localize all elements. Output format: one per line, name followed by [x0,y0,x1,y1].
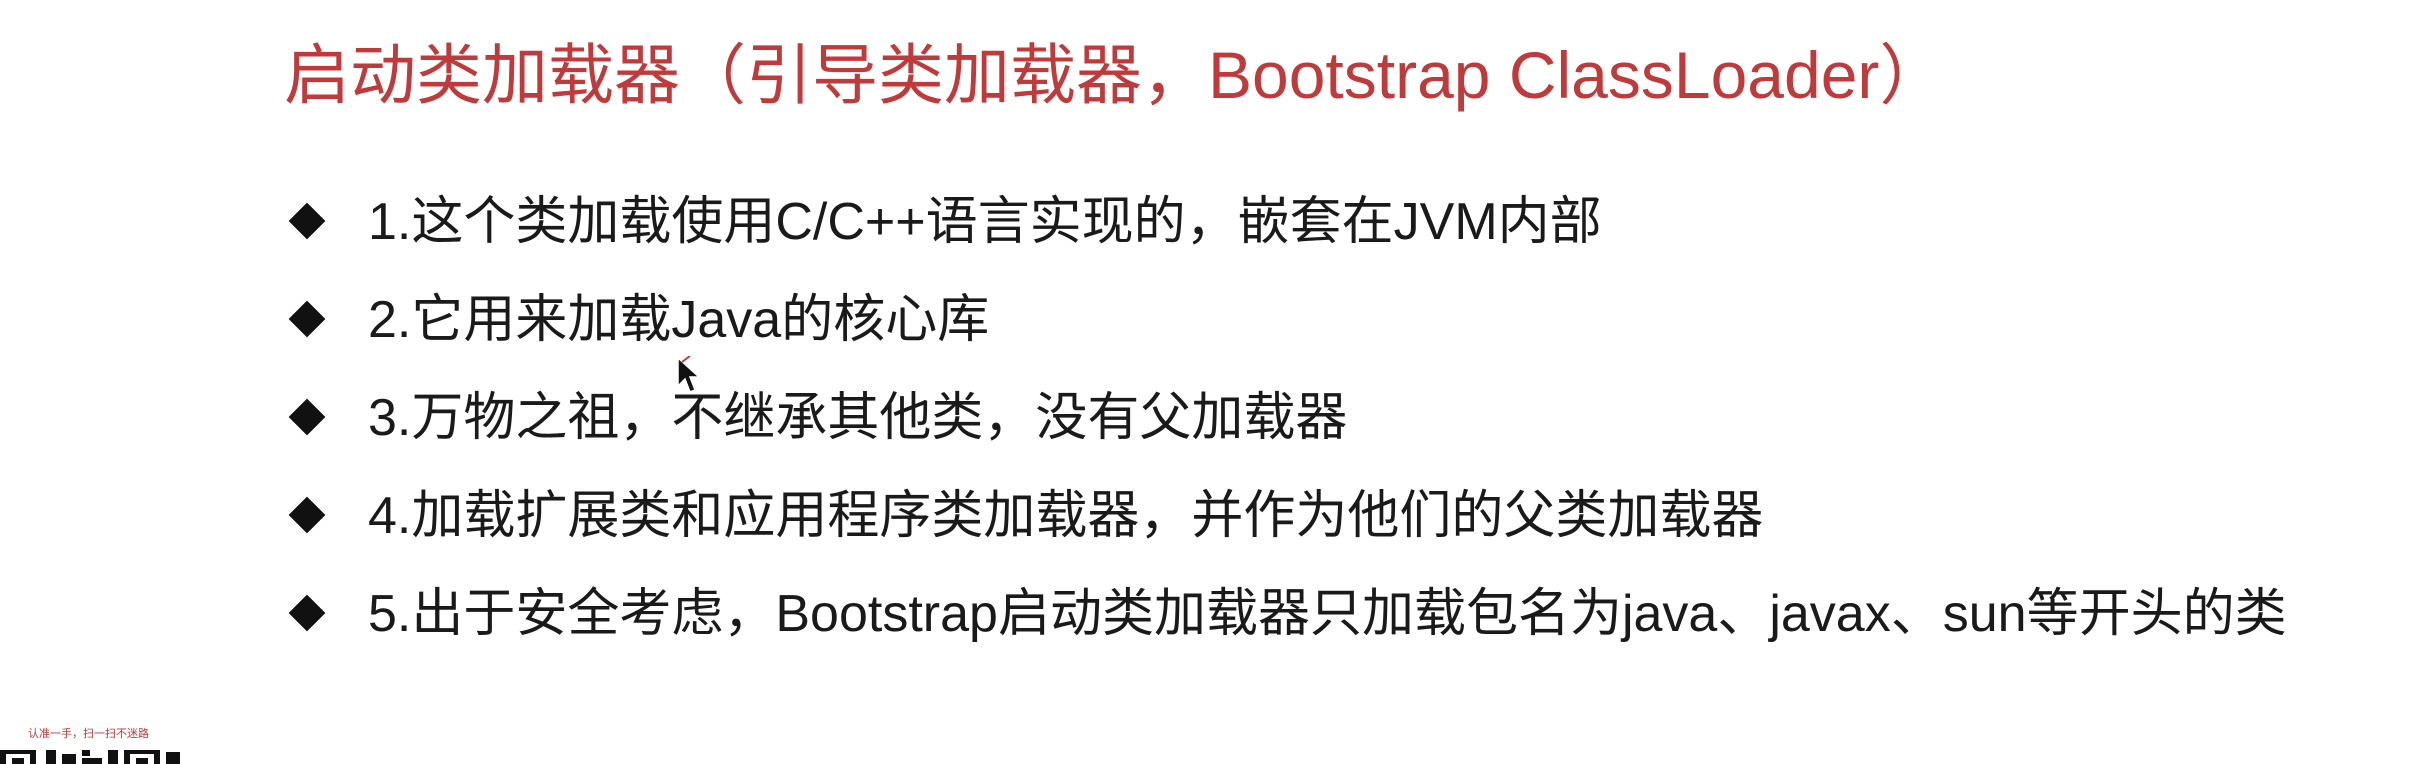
slide-title: 启动类加载器（引导类加载器，Bootstrap ClassLoader） [284,38,1946,112]
bullet-text-3: 3.万物之祖，不继承其他类，没有父加载器 [368,389,1348,447]
bullet-text-4: 4.加载扩展类和应用程序类加载器，并作为他们的父类加载器 [368,487,1764,545]
diamond-bullet-icon [288,582,368,646]
diamond-bullet-icon [288,484,368,548]
bullet-text-2: 2.它用来加载Java的核心库 [368,291,990,349]
bullet-item-5: 5.出于安全考虑，Bootstrap启动类加载器只加载包名为java、javax… [288,582,2348,662]
mouse-cursor-icon [677,356,701,393]
bullet-item-1: 1.这个类加载使用C/C++语言实现的，嵌套在JVM内部 [288,190,2348,254]
bullet-text-5: 5.出于安全考虑，Bootstrap启动类加载器只加载包名为java、javax… [368,585,2287,643]
bullet-item-2: 2.它用来加载Java的核心库 [288,288,2348,352]
bullet-text-1: 1.这个类加载使用C/C++语言实现的，嵌套在JVM内部 [368,193,1602,251]
qr-code-icon [0,750,180,764]
slide-canvas: 启动类加载器（引导类加载器，Bootstrap ClassLoader） 1.这… [0,0,2432,764]
diamond-bullet-icon [288,288,368,352]
diamond-bullet-icon [288,386,368,450]
qr-caption: 认准一手，扫一扫不迷路 [28,727,149,740]
qr-badge: 认准一手，扫一扫不迷路 [0,728,200,764]
bullet-item-4: 4.加载扩展类和应用程序类加载器，并作为他们的父类加载器 [288,484,2348,548]
bullet-list: 1.这个类加载使用C/C++语言实现的，嵌套在JVM内部 2.它用来加载Java… [288,190,2348,696]
diamond-bullet-icon [288,190,368,254]
bullet-item-3: 3.万物之祖，不继承其他类，没有父加载器 [288,386,2348,450]
